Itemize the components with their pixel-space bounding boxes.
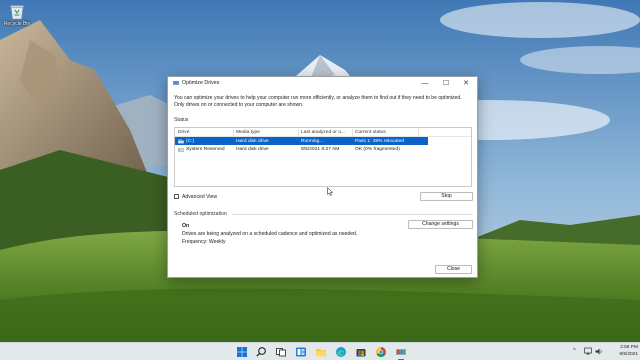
close-button[interactable]: Close (435, 265, 472, 274)
column-header-media-type[interactable]: Media type (236, 130, 260, 135)
stop-button[interactable]: Stop (420, 192, 473, 201)
section-divider (232, 214, 473, 215)
drive-row-system-reserved[interactable]: System Reserved Hard disk drive 8/5/2021… (175, 145, 471, 153)
tray-overflow-chevron-icon[interactable]: ^ (573, 348, 576, 354)
change-settings-button[interactable]: Change settings (408, 220, 473, 229)
column-header-drive[interactable]: Drive (178, 130, 189, 135)
taskbar: ^ 2:58 PM 8/5/2021 (0, 342, 640, 360)
search-icon[interactable] (255, 346, 267, 358)
minimize-button[interactable]: — (415, 77, 435, 90)
mouse-cursor-icon (327, 186, 334, 196)
window-title: Optimize Drives (182, 80, 220, 86)
drives-list-header: Drive Media type Last analyzed or o... C… (175, 128, 471, 137)
hard-drive-windows-icon (177, 138, 185, 144)
maximize-button[interactable]: ☐ (436, 77, 456, 90)
advanced-view-checkbox[interactable] (174, 194, 179, 199)
defragment-icon[interactable] (395, 346, 407, 360)
column-header-current-status[interactable]: Current status (355, 130, 386, 135)
scheduled-frequency: Frequency: Weekly (182, 239, 226, 245)
scheduled-state: On (182, 223, 190, 229)
volume-icon[interactable] (595, 347, 603, 356)
window-description: You can optimize your drives to help you… (174, 95, 462, 108)
clock-date: 8/5/2021 (619, 351, 638, 357)
drive-name: System Reserved (186, 146, 225, 152)
scheduled-description: Drives are being analyzed on a scheduled… (182, 231, 358, 237)
drive-current-status: Pass 1: 48% relocated (355, 138, 404, 144)
system-clock[interactable]: 2:58 PM 8/5/2021 (608, 345, 638, 358)
start-icon[interactable] (236, 346, 248, 358)
edge-icon[interactable] (335, 346, 347, 358)
chrome-icon[interactable] (375, 346, 387, 358)
title-bar[interactable]: Optimize Drives — ☐ ✕ (168, 77, 477, 90)
advanced-view-label: Advanced View (182, 194, 218, 200)
hard-drive-icon (177, 147, 185, 152)
task-view-icon[interactable] (275, 346, 287, 358)
widgets-icon[interactable] (295, 346, 307, 358)
drive-media-type: Hard disk drive (236, 138, 269, 144)
network-icon[interactable] (584, 347, 592, 356)
drive-last-analyzed: Running... (301, 138, 324, 144)
status-section-label: Status (174, 117, 189, 123)
close-window-button[interactable]: ✕ (456, 77, 476, 90)
optimize-drives-window: Optimize Drives — ☐ ✕ You can optimize y… (167, 76, 478, 278)
drive-media-type: Hard disk drive (236, 146, 269, 152)
recycle-bin-icon (9, 3, 25, 20)
scheduled-optimization-label: Scheduled optimization (174, 211, 227, 217)
drives-list[interactable]: Drive Media type Last analyzed or o... C… (174, 127, 472, 187)
desktop-icon-label: Recycle Bin (3, 21, 31, 27)
column-header-last-analyzed[interactable]: Last analyzed or o... (301, 130, 345, 135)
drive-current-status: OK (0% fragmented) (355, 146, 400, 152)
desktop-icon-recycle-bin[interactable]: Recycle Bin (2, 3, 32, 27)
drive-row-c[interactable]: (C:) Hard disk drive Running... Pass 1: … (175, 137, 428, 145)
file-explorer-icon[interactable] (315, 346, 327, 358)
drive-last-analyzed: 8/5/2021 8:27 AM (301, 146, 340, 152)
store-icon[interactable] (355, 346, 367, 358)
drive-name: (C:) (186, 138, 195, 144)
optimize-drives-icon (173, 80, 179, 86)
